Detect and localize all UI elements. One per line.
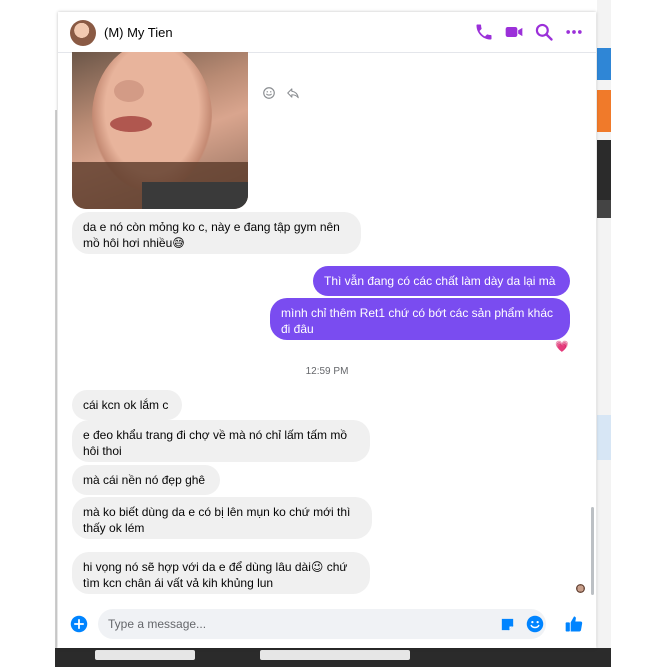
reaction-heart[interactable]: 💗 bbox=[555, 340, 569, 353]
message-timestamp: 12:59 PM bbox=[305, 366, 349, 377]
message-emoji: 😉 bbox=[310, 560, 324, 574]
message-bubble-incoming[interactable]: cái kcn ok lắm c bbox=[72, 390, 182, 420]
message-bubble-incoming[interactable]: mà cái nền nó đẹp ghê bbox=[72, 465, 220, 495]
contact-avatar[interactable] bbox=[70, 20, 96, 46]
message-bubble-outgoing[interactable]: Thì vẫn đang có các chất làm dày da lại … bbox=[313, 266, 570, 296]
message-text: mình chỉ thêm Ret1 chứ có bớt các sản ph… bbox=[281, 306, 554, 336]
photo-shirt bbox=[142, 182, 248, 209]
background-blue-tab bbox=[597, 48, 611, 80]
like-thumbs-up-icon[interactable] bbox=[564, 614, 584, 634]
background-app-edge bbox=[597, 0, 611, 667]
shared-photo[interactable] bbox=[72, 52, 248, 209]
chat-scrollbar[interactable] bbox=[591, 507, 594, 595]
video-call-icon[interactable] bbox=[504, 22, 524, 42]
background-taskbar-item bbox=[95, 650, 195, 660]
message-bubble-outgoing[interactable]: mình chỉ thêm Ret1 chứ có bớt các sản ph… bbox=[270, 298, 570, 340]
background-light-block bbox=[597, 415, 611, 460]
message-bubble-incoming[interactable]: e đeo khẩu trang đi chợ về mà nó chỉ lấm… bbox=[72, 420, 370, 462]
sticker-icon[interactable] bbox=[499, 616, 516, 633]
composer-bar bbox=[58, 605, 596, 648]
message-text: e đeo khẩu trang đi chợ về mà nó chỉ lấm… bbox=[83, 428, 347, 458]
search-icon[interactable] bbox=[534, 22, 554, 42]
photo-lips bbox=[110, 116, 152, 132]
background-divider bbox=[55, 110, 57, 650]
add-plus-icon[interactable] bbox=[70, 615, 88, 633]
seen-avatar bbox=[576, 584, 585, 593]
more-options-icon[interactable] bbox=[564, 22, 584, 42]
message-text: mà cái nền nó đẹp ghê bbox=[83, 473, 206, 487]
chat-header: (M) My Tien bbox=[58, 12, 596, 53]
message-text: hi vọng nó sẽ hợp với da e để dùng lâu d… bbox=[83, 560, 311, 574]
background-dark-block-2 bbox=[597, 200, 611, 218]
react-emoji-icon[interactable] bbox=[262, 86, 276, 100]
contact-name[interactable]: (M) My Tien bbox=[104, 25, 173, 40]
background-dark-block bbox=[597, 140, 611, 200]
emoji-icon[interactable] bbox=[526, 615, 544, 633]
phone-icon[interactable] bbox=[474, 22, 494, 42]
background-taskbar-item bbox=[260, 650, 410, 660]
message-text: da e nó còn mỏng ko c, này e đang tập gy… bbox=[83, 220, 340, 250]
message-bubble-incoming[interactable]: da e nó còn mỏng ko c, này e đang tập gy… bbox=[72, 212, 361, 254]
background-taskbar bbox=[55, 648, 611, 667]
message-emoji: 😅 bbox=[172, 236, 185, 250]
message-bubble-incoming[interactable]: hi vọng nó sẽ hợp với da e để dùng lâu d… bbox=[72, 552, 370, 594]
message-text: Thì vẫn đang có các chất làm dày da lại … bbox=[324, 274, 556, 288]
message-input[interactable] bbox=[98, 609, 546, 639]
message-bubble-incoming[interactable]: mà ko biết dùng da e có bị lên mụn ko ch… bbox=[72, 497, 372, 539]
background-orange-tab bbox=[597, 90, 611, 132]
photo-nose bbox=[114, 80, 144, 102]
chat-window: (M) My Tien da e nó còn mỏng ko c, này e… bbox=[58, 12, 596, 648]
message-text: cái kcn ok lắm c bbox=[83, 398, 169, 412]
reply-icon[interactable] bbox=[286, 86, 300, 100]
message-text: mà ko biết dùng da e có bị lên mụn ko ch… bbox=[83, 505, 351, 535]
